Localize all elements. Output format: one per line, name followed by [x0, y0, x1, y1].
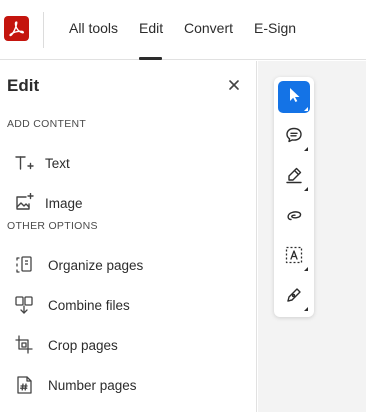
text-select-icon — [285, 246, 303, 269]
text-select-tool-button[interactable] — [278, 241, 310, 273]
comment-icon — [285, 126, 303, 149]
highlight-tool-button[interactable] — [278, 161, 310, 193]
add-image-icon — [14, 192, 34, 213]
highlight-pen-icon — [285, 166, 303, 189]
panel-title: Edit — [7, 76, 40, 95]
organize-pages-button[interactable]: Organize pages — [0, 247, 256, 283]
section-heading-other-options: OTHER OPTIONS — [7, 220, 98, 232]
active-tab-indicator — [139, 57, 162, 60]
tab-all-tools[interactable]: All tools — [69, 20, 118, 36]
acrobat-logo-icon[interactable] — [4, 16, 29, 41]
add-image-label: Image — [45, 195, 83, 211]
add-text-icon — [14, 153, 34, 173]
crop-pages-icon — [14, 335, 34, 355]
close-icon[interactable] — [227, 78, 241, 92]
number-pages-label: Number pages — [48, 377, 137, 393]
comment-tool-button[interactable] — [278, 121, 310, 153]
add-image-button[interactable]: Image — [0, 185, 256, 221]
top-nav-bar: All tools Edit Convert E-Sign — [0, 0, 366, 60]
combine-files-label: Combine files — [48, 297, 130, 313]
tab-e-sign[interactable]: E-Sign — [254, 20, 296, 36]
add-text-button[interactable]: Text — [0, 145, 256, 181]
section-heading-add-content: ADD CONTENT — [7, 118, 87, 130]
edit-panel: Edit ADD CONTENT Text Image OTHER OPTION… — [0, 61, 257, 412]
tab-convert[interactable]: Convert — [184, 20, 233, 36]
select-tool-button[interactable] — [278, 81, 310, 113]
number-pages-icon — [14, 375, 34, 395]
select-cursor-icon — [285, 86, 303, 109]
organize-pages-label: Organize pages — [48, 257, 144, 273]
combine-files-button[interactable]: Combine files — [0, 287, 256, 323]
draw-tool-button[interactable] — [278, 201, 310, 233]
combine-files-icon — [14, 295, 34, 315]
signature-tool-button[interactable] — [278, 281, 310, 313]
tab-edit[interactable]: Edit — [139, 20, 163, 36]
number-pages-button[interactable]: Number pages — [0, 367, 256, 403]
crop-pages-button[interactable]: Crop pages — [0, 327, 256, 363]
quick-tools-toolbar — [274, 77, 314, 317]
add-text-label: Text — [45, 155, 70, 171]
nav-divider — [43, 12, 44, 48]
crop-pages-label: Crop pages — [48, 337, 118, 353]
signature-icon — [285, 286, 303, 309]
draw-freehand-icon — [285, 206, 303, 229]
organize-pages-icon — [14, 255, 34, 275]
